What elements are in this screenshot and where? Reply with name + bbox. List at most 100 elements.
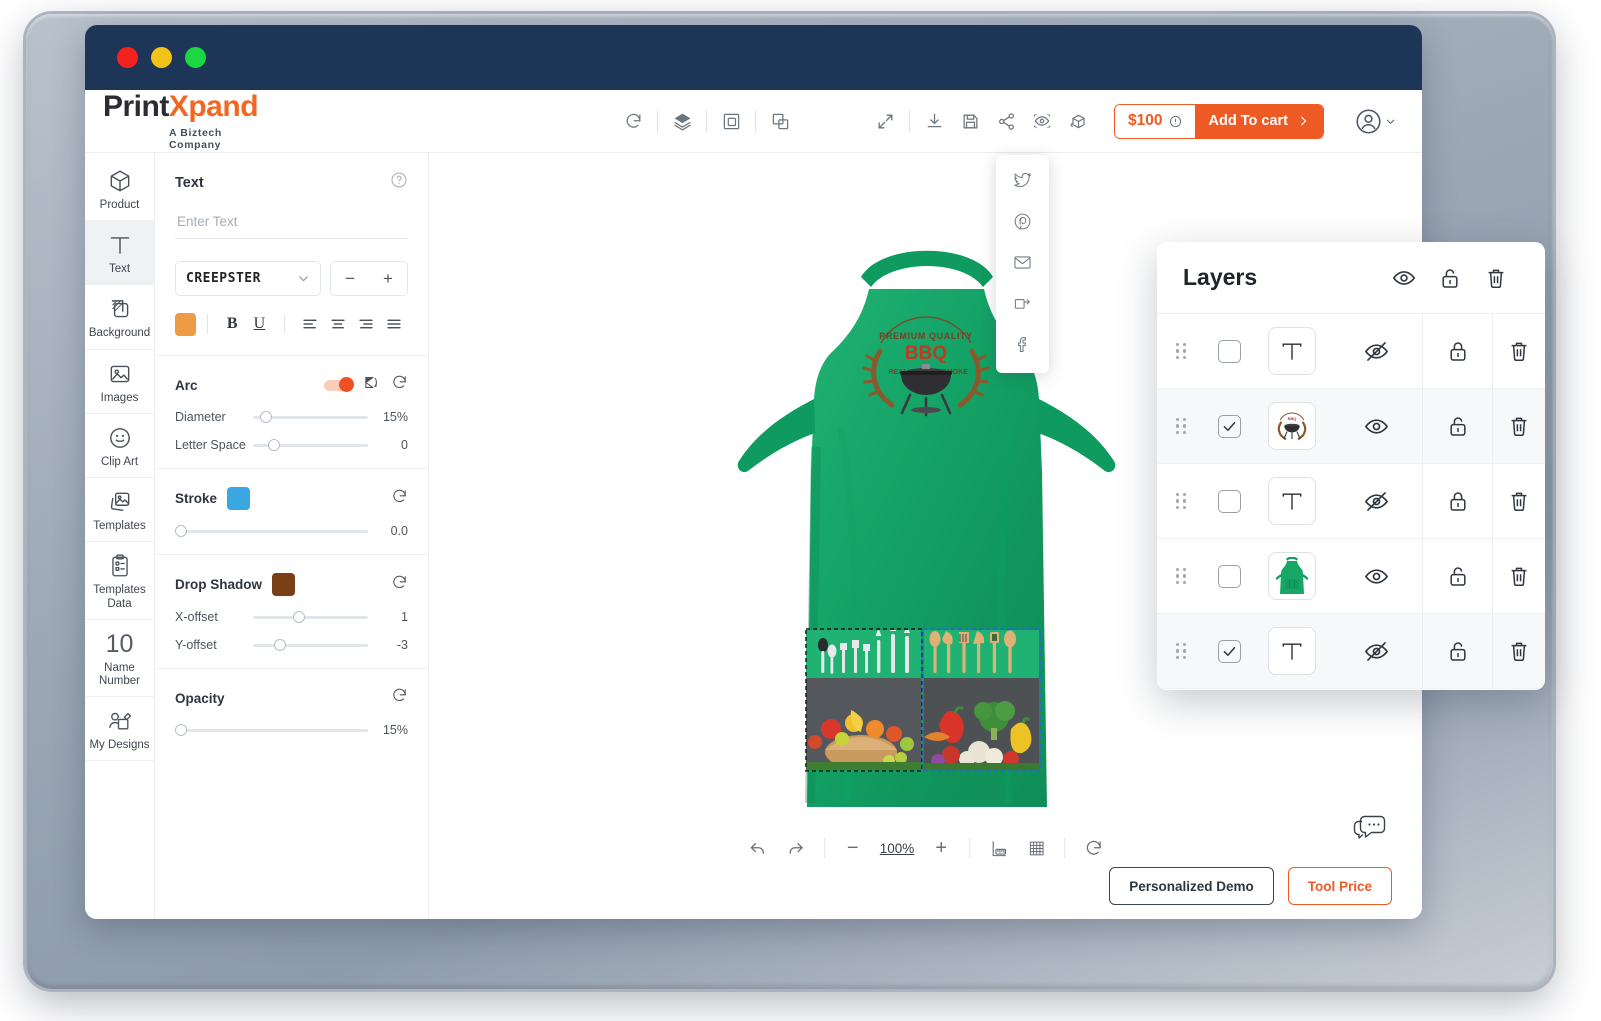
layer-delete-button[interactable] — [1493, 389, 1545, 463]
reset-icon[interactable] — [391, 374, 408, 396]
layer-thumbnail[interactable]: BBQ — [1253, 402, 1331, 450]
layer-lock-toggle[interactable] — [1423, 314, 1493, 388]
align-center-button[interactable] — [324, 315, 352, 333]
sidebar-item-templates[interactable]: Templates — [85, 478, 154, 543]
align-right-button[interactable] — [352, 315, 380, 333]
flip-icon[interactable] — [363, 374, 380, 396]
copy-link-icon[interactable] — [1013, 294, 1032, 318]
save-icon[interactable] — [952, 104, 988, 138]
layer-select-checkbox[interactable] — [1205, 339, 1253, 363]
price-info-icon[interactable] — [1169, 115, 1182, 128]
unlock-icon[interactable] — [1427, 266, 1473, 290]
redo-button[interactable] — [778, 832, 814, 864]
layer-drag-handle[interactable] — [1157, 568, 1205, 584]
fullscreen-icon[interactable] — [867, 104, 903, 138]
arc-toggle[interactable] — [324, 377, 354, 392]
font-size-increase-button[interactable]: + — [383, 269, 393, 289]
facebook-icon[interactable] — [1013, 335, 1032, 359]
layer-delete-button[interactable] — [1493, 539, 1545, 613]
twitter-icon[interactable] — [1013, 171, 1032, 195]
layer-row[interactable] — [1157, 614, 1545, 689]
arc-diameter-slider[interactable] — [253, 411, 368, 423]
layer-visibility-toggle[interactable] — [1331, 614, 1423, 688]
duplicate-icon[interactable] — [762, 104, 798, 138]
layer-thumbnail[interactable] — [1253, 477, 1331, 525]
account-menu[interactable] — [1355, 108, 1396, 135]
reset-history-icon[interactable] — [615, 104, 651, 138]
font-family-select[interactable]: CREEPSTER — [175, 261, 321, 296]
chat-icon[interactable] — [1352, 812, 1388, 849]
layer-drag-handle[interactable] — [1157, 493, 1205, 509]
layer-row[interactable] — [1157, 464, 1545, 539]
email-icon[interactable] — [1013, 253, 1032, 277]
price-chip[interactable]: $100 — [1115, 104, 1195, 138]
sidebar-item-clip-art[interactable]: Clip Art — [85, 414, 154, 479]
layer-drag-handle[interactable] — [1157, 343, 1205, 359]
tool-price-button[interactable]: Tool Price — [1287, 867, 1392, 905]
canvas-reset-button[interactable] — [1075, 832, 1111, 864]
zoom-level-value[interactable]: 100% — [873, 841, 922, 856]
layer-thumbnail[interactable] — [1253, 327, 1331, 375]
reset-icon[interactable] — [391, 488, 408, 510]
sidebar-item-images[interactable]: Images — [85, 350, 154, 414]
ruler-icon[interactable] — [980, 832, 1016, 864]
layer-select-checkbox[interactable] — [1205, 414, 1253, 438]
opacity-slider[interactable] — [175, 724, 368, 736]
add-to-cart-button[interactable]: Add To cart — [1194, 104, 1323, 138]
shadow-x-slider[interactable] — [253, 611, 368, 623]
brand-logo[interactable]: PrintXpand A Biztech Company — [85, 91, 265, 151]
personalized-demo-button[interactable]: Personalized Demo — [1109, 867, 1274, 905]
align-justify-button[interactable] — [380, 315, 408, 333]
grid-icon[interactable] — [1018, 832, 1054, 864]
layer-thumbnail[interactable] — [1253, 552, 1331, 600]
eye-icon[interactable] — [1381, 265, 1427, 291]
zoom-in-button[interactable]: + — [923, 832, 959, 864]
sidebar-item-text[interactable]: Text — [85, 221, 154, 286]
view-3d-icon[interactable] — [1060, 104, 1096, 138]
download-icon[interactable] — [916, 104, 952, 138]
sidebar-item-product[interactable]: Product — [85, 157, 154, 222]
layer-select-checkbox[interactable] — [1205, 489, 1253, 513]
sidebar-item-name-number[interactable]: 10 Name Number — [85, 620, 154, 698]
question-mark-icon[interactable] — [390, 171, 408, 194]
preview-icon[interactable] — [1024, 104, 1060, 138]
align-left-button[interactable] — [296, 315, 324, 333]
reset-icon[interactable] — [391, 574, 408, 596]
arc-letterspace-slider[interactable] — [253, 439, 368, 451]
undo-button[interactable] — [740, 832, 776, 864]
layer-row[interactable] — [1157, 539, 1545, 614]
layer-delete-button[interactable] — [1493, 314, 1545, 388]
layer-drag-handle[interactable] — [1157, 418, 1205, 434]
stroke-slider[interactable] — [175, 525, 368, 537]
layer-select-checkbox[interactable] — [1205, 639, 1253, 663]
shadow-y-slider[interactable] — [253, 639, 368, 651]
apron-product[interactable]: PREMIUM QUALITY BBQ REAL SMOKE — [711, 247, 1141, 807]
layers-icon[interactable] — [664, 104, 700, 138]
font-size-decrease-button[interactable]: − — [345, 269, 355, 289]
text-color-swatch[interactable] — [175, 312, 196, 336]
reset-icon[interactable] — [391, 687, 408, 709]
layer-row[interactable]: BBQ — [1157, 389, 1545, 464]
sidebar-item-templates-data[interactable]: Templates Data — [85, 542, 154, 620]
share-icon[interactable] — [988, 104, 1024, 138]
layer-lock-toggle[interactable] — [1423, 389, 1493, 463]
layer-delete-button[interactable] — [1493, 614, 1545, 688]
sidebar-item-my-designs[interactable]: My Designs — [85, 697, 154, 762]
layer-row[interactable] — [1157, 314, 1545, 389]
drop-shadow-color-swatch[interactable] — [272, 573, 295, 596]
underline-button[interactable]: U — [246, 311, 273, 337]
layer-delete-button[interactable] — [1493, 464, 1545, 538]
layer-visibility-toggle[interactable] — [1331, 464, 1423, 538]
group-icon[interactable] — [713, 104, 749, 138]
zoom-out-button[interactable]: − — [835, 832, 871, 864]
layer-thumbnail[interactable] — [1253, 627, 1331, 675]
layer-lock-toggle[interactable] — [1423, 614, 1493, 688]
layer-visibility-toggle[interactable] — [1331, 314, 1423, 388]
layer-visibility-toggle[interactable] — [1331, 389, 1423, 463]
stroke-color-swatch[interactable] — [227, 487, 251, 510]
sidebar-item-background[interactable]: Background — [85, 285, 154, 350]
window-minimize-button[interactable] — [151, 47, 172, 68]
layer-lock-toggle[interactable] — [1423, 539, 1493, 613]
trash-icon[interactable] — [1473, 266, 1519, 290]
window-maximize-button[interactable] — [185, 47, 206, 68]
